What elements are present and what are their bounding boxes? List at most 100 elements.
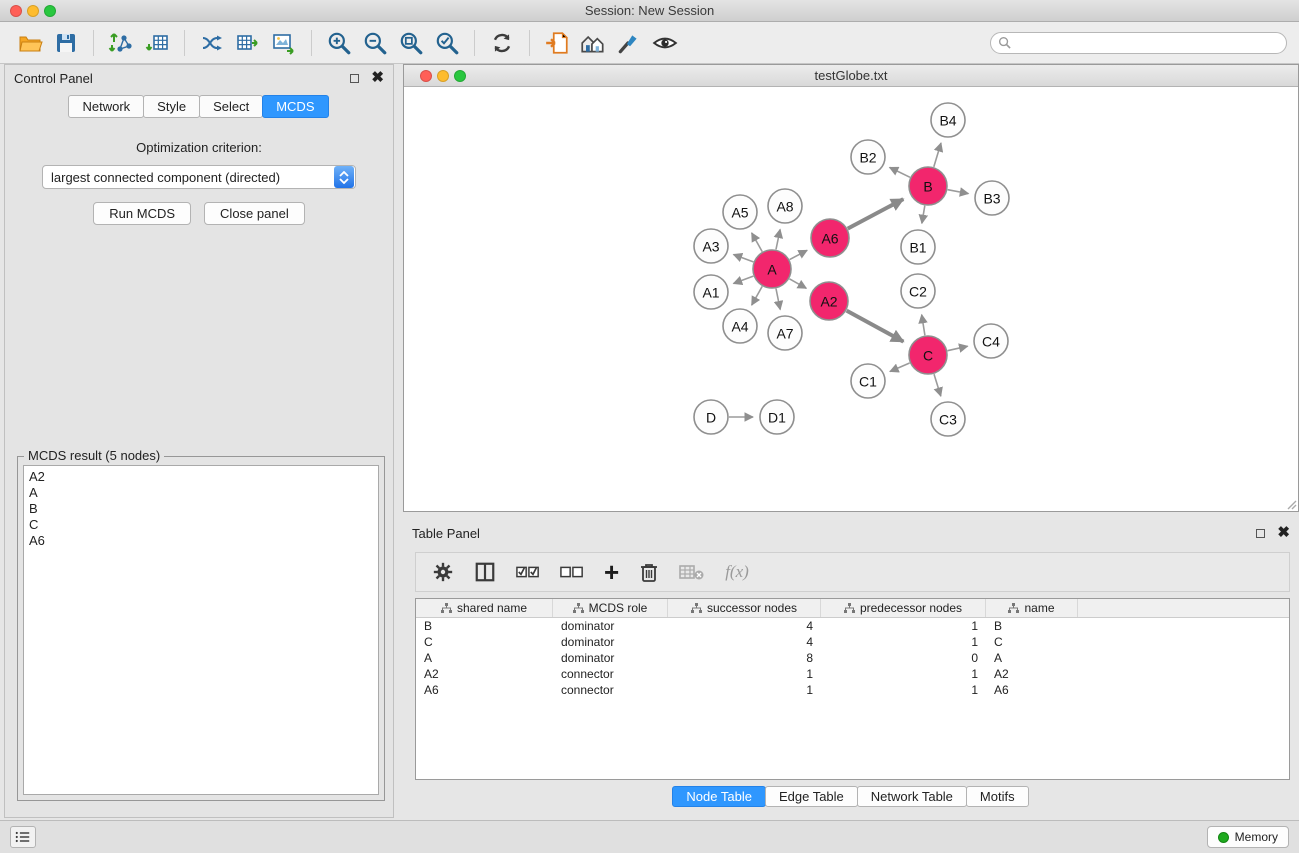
tab-node-table[interactable]: Node Table (672, 786, 766, 807)
tab-edge-table[interactable]: Edge Table (765, 786, 858, 807)
network-edge-A-A5[interactable] (752, 233, 763, 252)
toolbar-search[interactable] (990, 32, 1287, 54)
table-cell[interactable]: A (986, 651, 1078, 665)
network-node-C1[interactable]: C1 (851, 364, 885, 398)
table-cell[interactable]: 1 (668, 683, 821, 697)
network-node-B2[interactable]: B2 (851, 140, 885, 174)
network-node-A3[interactable]: A3 (694, 229, 728, 263)
table-cell[interactable]: B (986, 619, 1078, 633)
window-close-button[interactable] (10, 5, 22, 17)
network-node-A7[interactable]: A7 (768, 316, 802, 350)
network-edge-C-C3[interactable] (934, 374, 941, 396)
network-manager-button[interactable] (575, 26, 611, 60)
close-panel-icon[interactable]: ✖ (1277, 528, 1290, 538)
zoom-fit-button[interactable] (393, 26, 429, 60)
network-node-D1[interactable]: D1 (760, 400, 794, 434)
network-edge-A-A2[interactable] (789, 279, 806, 289)
run-mcds-button[interactable]: Run MCDS (93, 202, 191, 225)
network-edge-C-C2[interactable] (922, 315, 925, 336)
window-zoom-button[interactable] (44, 5, 56, 17)
network-edge-A6-B[interactable] (848, 199, 904, 229)
table-row[interactable]: Bdominator41B (416, 618, 1289, 634)
deselect-all-button[interactable] (560, 559, 584, 585)
table-row[interactable]: A6connector11A6 (416, 682, 1289, 698)
network-edge-A-A1[interactable] (734, 276, 754, 283)
window-minimize-button[interactable] (27, 5, 39, 17)
table-cell[interactable]: B (416, 619, 553, 633)
zoom-out-button[interactable] (357, 26, 393, 60)
column-header-shared-name[interactable]: shared name (416, 599, 553, 617)
delete-table-button[interactable] (679, 559, 705, 585)
tab-motifs[interactable]: Motifs (966, 786, 1029, 807)
column-header-MCDS-role[interactable]: MCDS role (553, 599, 668, 617)
refresh-button[interactable] (484, 26, 520, 60)
result-item[interactable]: B (29, 501, 373, 517)
open-file-button[interactable] (539, 26, 575, 60)
float-panel-icon[interactable] (350, 74, 359, 83)
network-edge-B-B4[interactable] (934, 143, 941, 167)
network-node-A8[interactable]: A8 (768, 189, 802, 223)
table-cell[interactable]: connector (553, 683, 668, 697)
table-cell[interactable]: A2 (986, 667, 1078, 681)
table-cell[interactable]: 4 (668, 619, 821, 633)
column-header-predecessor-nodes[interactable]: predecessor nodes (821, 599, 986, 617)
network-edge-B-B1[interactable] (922, 206, 925, 224)
table-cell[interactable]: connector (553, 667, 668, 681)
create-column-button[interactable]: + (604, 559, 619, 585)
network-window-titlebar[interactable]: testGlobe.txt (404, 65, 1298, 87)
table-row[interactable]: A2connector11A2 (416, 666, 1289, 682)
table-cell[interactable]: A6 (416, 683, 553, 697)
function-builder-button[interactable]: f(x) (725, 559, 749, 585)
network-node-C3[interactable]: C3 (931, 402, 965, 436)
table-settings-button[interactable] (432, 559, 454, 585)
network-node-A4[interactable]: A4 (723, 309, 757, 343)
network-edge-B-B3[interactable] (948, 190, 969, 194)
mcds-result-list[interactable]: A2ABCA6 (23, 465, 379, 795)
table-cell[interactable]: dominator (553, 651, 668, 665)
result-item[interactable]: C (29, 517, 373, 533)
export-table-button[interactable] (230, 26, 266, 60)
table-cell[interactable]: A2 (416, 667, 553, 681)
column-header-successor-nodes[interactable]: successor nodes (668, 599, 821, 617)
network-edge-B-B2[interactable] (890, 167, 910, 177)
network-node-B[interactable]: B (909, 167, 947, 205)
zoom-selected-button[interactable] (429, 26, 465, 60)
network-edge-A-A6[interactable] (790, 250, 808, 259)
tab-network[interactable]: Network (68, 95, 144, 118)
float-panel-icon[interactable] (1256, 529, 1265, 538)
network-node-A[interactable]: A (753, 250, 791, 288)
table-cell[interactable]: dominator (553, 635, 668, 649)
netwin-close-button[interactable] (420, 70, 432, 82)
save-session-button[interactable] (48, 26, 84, 60)
task-history-button[interactable] (10, 826, 36, 848)
result-item[interactable]: A2 (29, 469, 373, 485)
close-panel-icon[interactable]: ✖ (371, 73, 384, 83)
style-brush-button[interactable] (611, 26, 647, 60)
resize-grip-icon[interactable] (1285, 498, 1297, 510)
table-cell[interactable]: 1 (821, 683, 986, 697)
tab-network-table[interactable]: Network Table (857, 786, 967, 807)
column-header-name[interactable]: name (986, 599, 1078, 617)
netwin-zoom-button[interactable] (454, 70, 466, 82)
zoom-in-button[interactable] (321, 26, 357, 60)
network-edge-A-A8[interactable] (776, 230, 780, 250)
tab-mcds[interactable]: MCDS (262, 95, 328, 118)
network-node-C2[interactable]: C2 (901, 274, 935, 308)
network-edge-C-C4[interactable] (948, 346, 968, 351)
import-table-button[interactable] (139, 26, 175, 60)
network-node-B4[interactable]: B4 (931, 103, 965, 137)
network-node-C[interactable]: C (909, 336, 947, 374)
open-session-button[interactable] (12, 26, 48, 60)
select-all-button[interactable] (516, 559, 540, 585)
netwin-minimize-button[interactable] (437, 70, 449, 82)
show-hide-button[interactable] (647, 26, 683, 60)
network-edge-A-A3[interactable] (734, 255, 754, 262)
network-node-A2[interactable]: A2 (810, 282, 848, 320)
export-image-button[interactable] (266, 26, 302, 60)
network-edge-A-A7[interactable] (776, 289, 780, 310)
result-item[interactable]: A6 (29, 533, 373, 549)
table-cell[interactable]: dominator (553, 619, 668, 633)
table-cell[interactable]: 1 (668, 667, 821, 681)
table-cell[interactable]: C (986, 635, 1078, 649)
import-network-button[interactable] (103, 26, 139, 60)
